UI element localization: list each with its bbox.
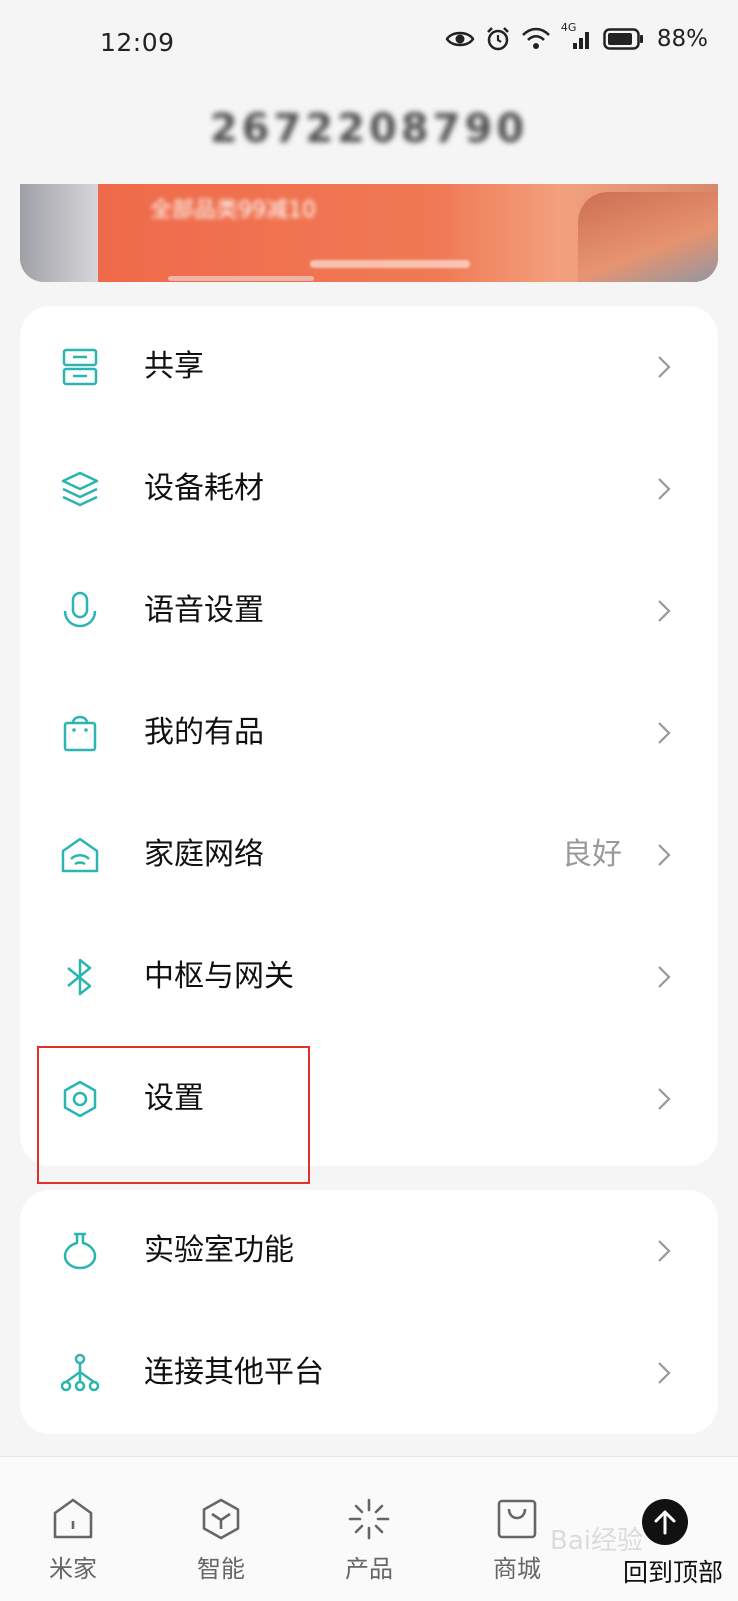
menu-item-device-consumables[interactable]: 设备耗材 — [20, 428, 718, 550]
status-time: 12:09 — [100, 28, 175, 57]
eye-icon — [445, 31, 475, 47]
menu-label: 家庭网络 — [144, 837, 264, 872]
share-icon — [62, 348, 98, 386]
banner-indicator — [310, 260, 470, 268]
status-bar: 12:09 4G 88% — [0, 0, 738, 90]
highlight-box — [37, 1046, 310, 1184]
network-status-value: 良好 — [562, 837, 622, 872]
menu-label: 中枢与网关 — [144, 959, 294, 994]
menu-card-main: 共享 设备耗材 语音设置 我的有品 家庭网络 良好 中枢与网关 设置 — [20, 306, 718, 1166]
network-tree-icon — [60, 1353, 100, 1392]
shopping-bag-icon — [63, 715, 97, 752]
nav-tab-home[interactable]: 米家 — [18, 1457, 128, 1601]
store-bag-icon — [497, 1499, 537, 1539]
status-icons: 4G 88% — [445, 21, 708, 52]
layers-icon — [61, 471, 99, 507]
chevron-right-icon — [658, 1362, 671, 1384]
sparkle-icon — [348, 1498, 390, 1540]
banner-prev-slide — [20, 184, 98, 282]
chevron-right-icon — [658, 478, 671, 500]
menu-label: 语音设置 — [144, 593, 264, 628]
flask-icon — [63, 1232, 97, 1270]
home-wifi-icon — [61, 837, 99, 873]
menu-item-voice-settings[interactable]: 语音设置 — [20, 550, 718, 672]
menu-card-extra: 实验室功能 连接其他平台 — [20, 1190, 718, 1434]
banner-text: 全部品类99减10 — [150, 198, 316, 223]
microphone-icon — [63, 591, 97, 628]
menu-label: 我的有品 — [144, 715, 264, 750]
smart-cube-icon — [202, 1498, 240, 1540]
nav-label: 智能 — [197, 1555, 245, 1583]
chevron-right-icon — [658, 844, 671, 866]
banner-image — [578, 192, 718, 282]
nav-tab-smart[interactable]: 智能 — [166, 1457, 276, 1601]
signal-icon: 4G — [561, 21, 593, 51]
user-id[interactable]: 2672208790 — [0, 106, 738, 152]
chevron-right-icon — [658, 722, 671, 744]
arrow-up-icon — [642, 1499, 688, 1545]
menu-item-share[interactable]: 共享 — [20, 306, 718, 428]
alarm-icon — [486, 27, 509, 51]
menu-item-home-network[interactable]: 家庭网络 良好 — [20, 794, 718, 916]
menu-label: 设备耗材 — [144, 471, 264, 506]
wifi-icon — [521, 27, 550, 49]
chevron-right-icon — [658, 356, 671, 378]
chevron-right-icon — [658, 600, 671, 622]
chevron-right-icon — [658, 966, 671, 988]
promo-banner[interactable]: 全部品类99减10 — [20, 184, 718, 282]
chevron-right-icon — [658, 1240, 671, 1262]
menu-item-connect-platforms[interactable]: 连接其他平台 — [20, 1312, 718, 1434]
nav-label: 产品 — [345, 1555, 393, 1583]
banner-handle — [168, 276, 314, 281]
menu-label: 共享 — [144, 349, 204, 384]
nav-tab-products[interactable]: 产品 — [314, 1457, 424, 1601]
back-to-top-label: 回到顶部 — [622, 1558, 723, 1587]
menu-item-my-youpin[interactable]: 我的有品 — [20, 672, 718, 794]
bluetooth-icon — [67, 958, 92, 996]
menu-label: 实验室功能 — [144, 1233, 294, 1268]
home-icon — [53, 1498, 93, 1539]
watermark: Bai经验 — [550, 1526, 643, 1556]
chevron-right-icon — [658, 1088, 671, 1110]
battery-icon — [603, 28, 643, 50]
nav-label: 米家 — [49, 1555, 97, 1583]
menu-item-lab-features[interactable]: 实验室功能 — [20, 1190, 718, 1312]
battery-percent: 88% — [656, 26, 708, 52]
menu-label: 连接其他平台 — [144, 1355, 324, 1390]
menu-item-hub-gateway[interactable]: 中枢与网关 — [20, 916, 718, 1038]
